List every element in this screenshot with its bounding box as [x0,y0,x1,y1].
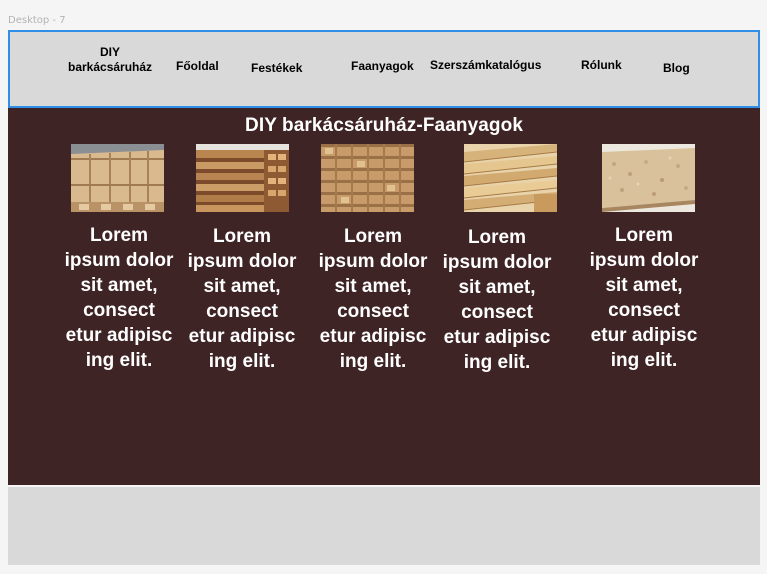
product-image-2[interactable] [196,144,289,212]
nav-item-rolunk[interactable]: Rólunk [581,58,622,72]
nav-item-festekek[interactable]: Festékek [251,61,302,75]
page-title: DIY barkácsáruház-Faanyagok [245,115,523,136]
footer-area [8,487,760,565]
nav-item-blog[interactable]: Blog [663,61,690,75]
product-image-1[interactable] [71,144,164,212]
card-3-text: Lorem ipsum dolor sit amet, consect etur… [318,226,428,372]
product-image-4[interactable] [464,144,557,212]
main-content-section: DIY barkácsáruház-Faanyagok Lorem ipsum … [8,108,760,485]
card-1-text: Lorem ipsum dolor sit amet, consect etur… [64,225,174,371]
brand-line-2: barkácsáruház [68,60,153,74]
brand-logo-text[interactable]: DIY barkácsáruház [68,45,152,75]
brand-line-1: DIY [100,45,121,59]
top-navigation-bar: DIY barkácsáruház Főoldal Festékek Faany… [8,30,760,108]
card-5-text: Lorem ipsum dolor sit amet, consect etur… [589,225,699,371]
card-4-text: Lorem ipsum dolor sit amet, consect etur… [442,227,552,373]
product-image-3[interactable] [321,144,414,212]
frame-label: Desktop - 7 [8,15,66,26]
card-2-text: Lorem ipsum dolor sit amet, consect etur… [187,226,297,372]
nav-item-szerszamkatalogus[interactable]: Szerszámkatalógus [430,58,541,72]
nav-item-faanyagok[interactable]: Faanyagok [351,59,414,73]
nav-item-fooldal[interactable]: Főoldal [176,59,219,73]
product-image-5[interactable] [602,144,695,212]
